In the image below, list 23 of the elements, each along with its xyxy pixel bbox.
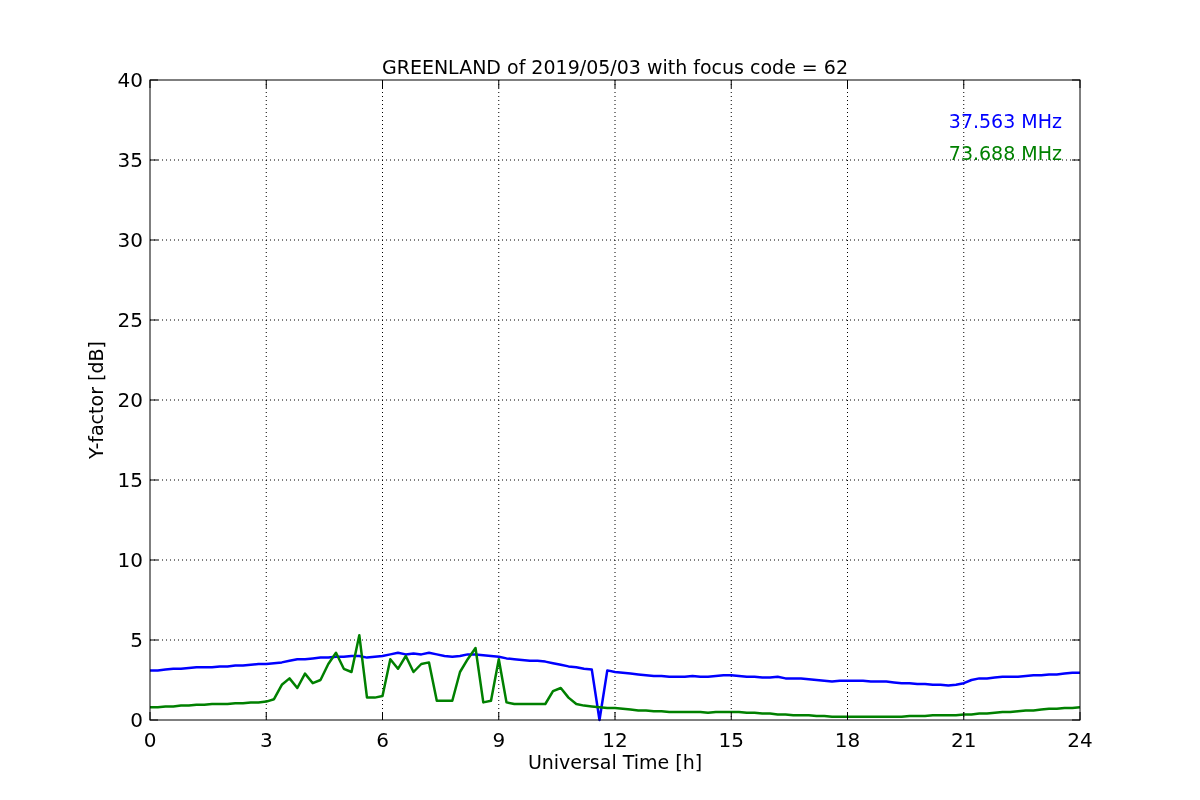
legend-label: 37.563 MHz <box>948 110 1062 132</box>
axis-label: Universal Time [h] <box>527 751 703 773</box>
tick-label: 12 <box>602 728 628 752</box>
tick-label: 15 <box>117 468 143 492</box>
tick-label: 6 <box>376 728 389 752</box>
tick-label: 3 <box>259 728 273 752</box>
tick-label: 10 <box>117 548 143 572</box>
tick-label: 25 <box>117 308 143 332</box>
tick-label: 35 <box>117 148 143 172</box>
tick-label: 9 <box>492 728 506 752</box>
tick-label: 21 <box>951 728 977 752</box>
tick-label: 5 <box>130 628 143 652</box>
chart-title: GREENLAND of 2019/05/03 with focus code = 62 <box>382 56 848 78</box>
tick-label: 20 <box>117 388 143 412</box>
tick-label: 24 <box>1067 728 1093 752</box>
tick-label: 0 <box>130 708 143 732</box>
tick-label: 15 <box>718 728 744 752</box>
tick-label: 30 <box>117 228 143 252</box>
legend-label: 73.688 MHz <box>948 142 1062 164</box>
tick-label: 40 <box>117 68 143 92</box>
tick-label: 0 <box>143 728 157 752</box>
axis-label: Y-factor [dB] <box>85 341 107 459</box>
tick-label: 18 <box>834 728 861 752</box>
